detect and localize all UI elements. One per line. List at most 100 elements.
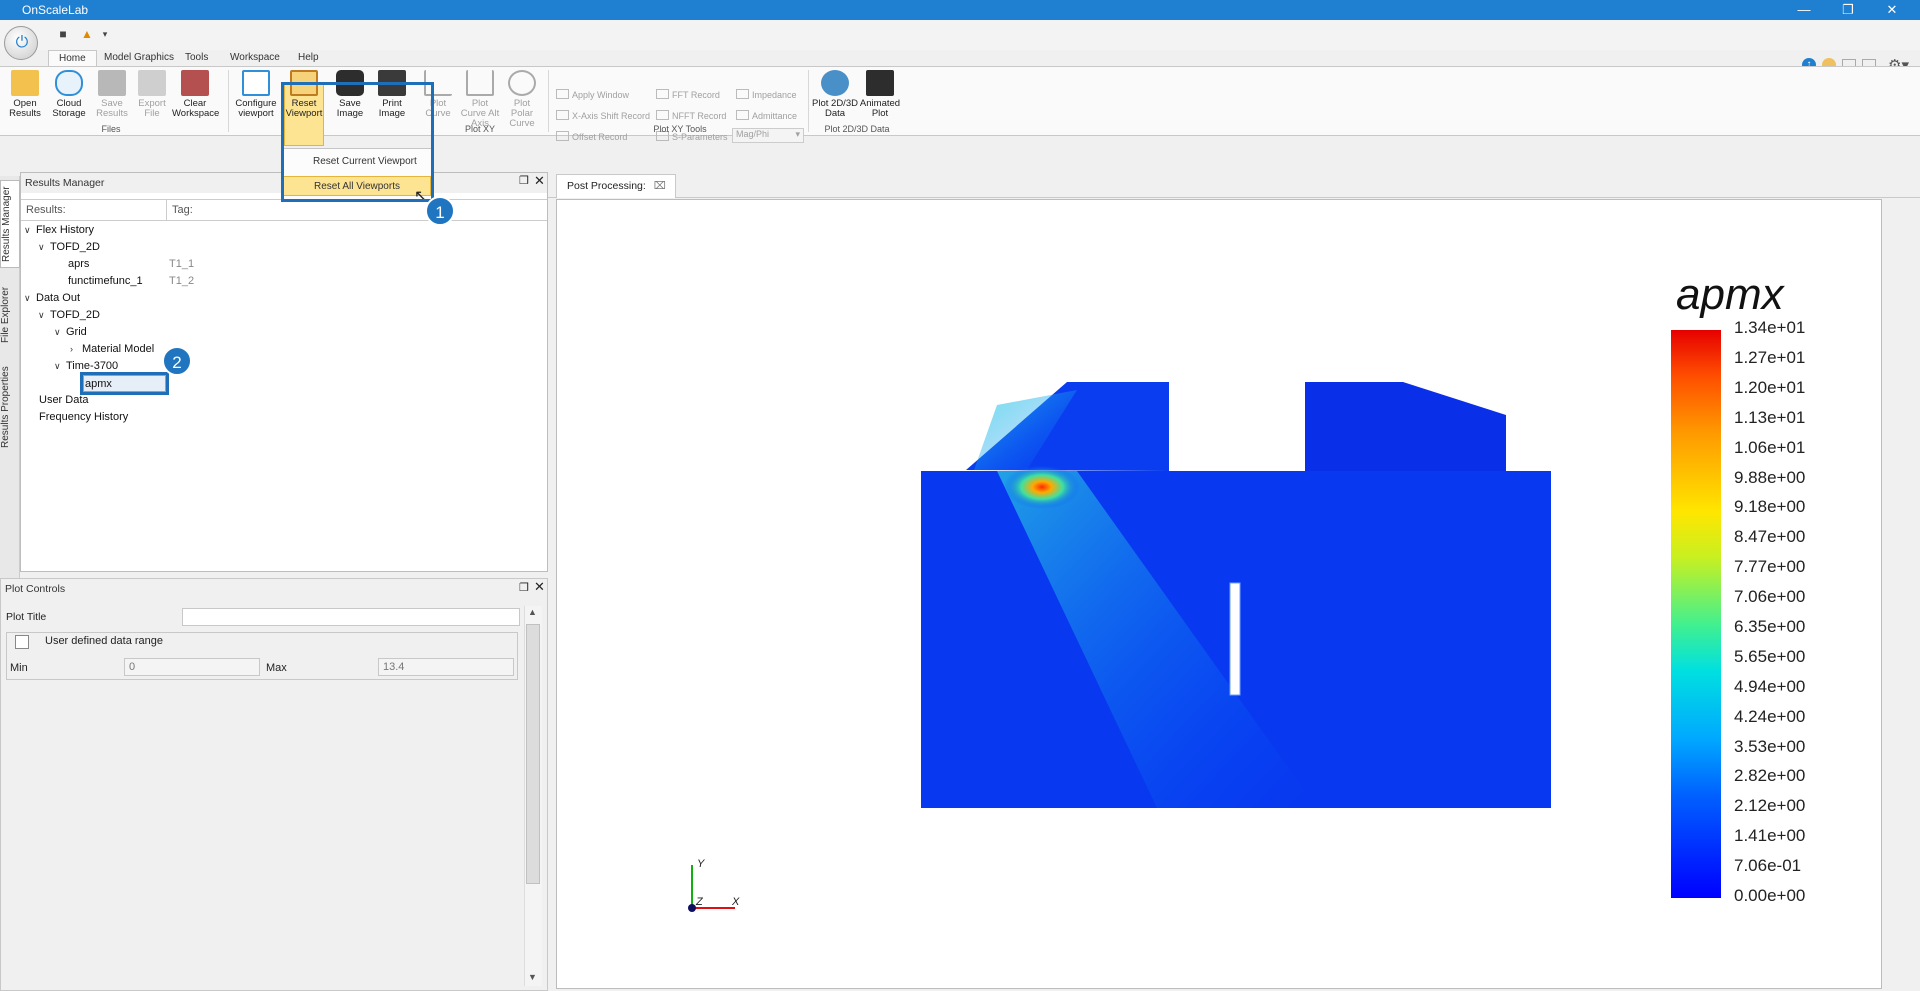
impedance-label: Impedance <box>752 90 797 100</box>
side-tab-results-manager[interactable]: Results Manager <box>0 180 20 268</box>
wedge-right <box>1305 382 1506 471</box>
export-file-button[interactable]: Export File <box>132 70 172 120</box>
film-icon <box>866 70 894 96</box>
float-panel-icon[interactable]: ❐ <box>519 581 529 594</box>
tree-label: TOFD_2D <box>50 309 100 321</box>
tree-node-tofd[interactable]: ∨ TOFD_2D <box>38 239 100 256</box>
legend-tick-label: 7.77e+00 <box>1734 557 1806 577</box>
header-divider <box>166 200 167 220</box>
color-scale-bar <box>1671 330 1721 898</box>
user-range-label: User defined data range <box>45 635 164 647</box>
x-axis-shift-button[interactable]: X-Axis Shift Record <box>556 110 650 125</box>
chevron-down-icon: ∨ <box>24 225 31 235</box>
cloud-storage-label: Cloud Storage <box>52 98 86 119</box>
group-separator <box>228 70 229 132</box>
legend-tick-label: 9.88e+00 <box>1734 467 1806 487</box>
apply-window-button[interactable]: Apply Window <box>556 89 629 104</box>
close-panel-icon[interactable]: ✕ <box>534 173 545 189</box>
legend-tick-label: 7.06e-01 <box>1734 856 1802 876</box>
z-axis-label: Z <box>696 896 703 908</box>
tree-node-tofd[interactable]: ∨ TOFD_2D <box>38 307 100 324</box>
nfft-record-button[interactable]: NFFT Record <box>656 110 726 125</box>
tab-workspace[interactable]: Workspace <box>220 50 290 67</box>
save-results-button[interactable]: Save Results <box>92 70 132 120</box>
float-panel-icon[interactable]: ❐ <box>519 174 529 187</box>
col-results-header[interactable]: Results: <box>26 204 66 216</box>
plot-2d3d-button[interactable]: Plot 2D/3D Data <box>812 70 858 120</box>
upload-icon[interactable]: ▲ <box>80 27 94 41</box>
scroll-down-icon[interactable]: ▼ <box>528 972 537 982</box>
legend-tick-label: 1.06e+01 <box>1734 437 1806 457</box>
qat-dropdown-icon[interactable]: ▾ <box>98 27 112 41</box>
animated-plot-button[interactable]: Animated Plot <box>858 70 902 120</box>
x-axis-label: X <box>732 896 740 908</box>
tab-model-graphics[interactable]: Model Graphics <box>94 50 184 67</box>
tree-node-data-out[interactable]: ∨ Data Out <box>24 290 80 307</box>
tab-label: Post Processing: <box>567 180 646 192</box>
tab-tools[interactable]: Tools <box>175 50 218 67</box>
save-icon[interactable]: ■ <box>56 27 70 41</box>
legend-tick-label: 4.24e+00 <box>1734 706 1806 726</box>
min-label: Min <box>10 662 28 674</box>
tree-node-frequency-history[interactable]: Frequency History <box>39 409 128 426</box>
user-range-checkbox[interactable] <box>15 635 29 649</box>
app-menu-button[interactable]: ⏻ <box>4 26 38 60</box>
configure-viewport-button[interactable]: Configure viewport <box>234 70 278 120</box>
clear-icon <box>181 70 209 96</box>
chevron-down-icon: ∨ <box>24 293 31 303</box>
plot-polar-button[interactable]: Plot Polar Curve <box>502 70 542 129</box>
legend-tick-label: 9.18e+00 <box>1734 497 1806 517</box>
animated-plot-label: Animated Plot <box>859 98 901 119</box>
close-tab-icon[interactable]: ⌧ <box>654 180 666 192</box>
side-tab-results-properties[interactable]: Results Properties <box>0 362 20 452</box>
hot-spot <box>1004 465 1080 509</box>
tree-node-functimefunc[interactable]: functimefunc_1 <box>68 273 143 290</box>
admittance-button[interactable]: Admittance <box>736 110 797 125</box>
group-separator <box>808 70 809 132</box>
max-label: Max <box>266 662 287 674</box>
viewport-icon <box>242 70 270 96</box>
max-input[interactable] <box>378 658 514 676</box>
tree-node-aprs[interactable]: aprs <box>68 256 89 273</box>
legend-tick-label: 1.27e+01 <box>1734 347 1806 367</box>
legend-tick-label: 0.00e+00 <box>1734 886 1806 905</box>
highlight-apmx <box>80 372 169 395</box>
export-file-label: Export File <box>138 98 166 119</box>
tree-node-grid[interactable]: ∨ Grid <box>54 324 87 341</box>
quick-access-toolbar <box>0 20 1920 50</box>
plot-curve-alt-button[interactable]: Plot Curve Alt Axis <box>458 70 502 129</box>
view-tab-bar <box>548 172 1920 198</box>
legend-tick-label: 1.34e+01 <box>1734 318 1806 337</box>
tree-node-flex-history[interactable]: ∨ Flex History <box>24 222 94 239</box>
impedance-button[interactable]: Impedance <box>736 89 797 104</box>
legend-tick-label: 1.20e+01 <box>1734 377 1806 397</box>
tree-label: Data Out <box>36 292 81 304</box>
legend-tick-label: 2.12e+00 <box>1734 796 1806 816</box>
minimize-button[interactable]: — <box>1782 0 1826 20</box>
tree-tag: T1_1 <box>169 258 195 270</box>
scroll-up-icon[interactable]: ▲ <box>528 607 537 617</box>
window-title: OnScaleLab <box>22 3 89 17</box>
close-panel-icon[interactable]: ✕ <box>534 579 545 595</box>
plot-title-label: Plot Title <box>6 611 47 623</box>
chevron-down-icon: ∨ <box>54 327 61 337</box>
col-tag-header[interactable]: Tag: <box>172 204 193 216</box>
cloud-icon <box>55 70 83 96</box>
side-tab-file-explorer[interactable]: File Explorer <box>0 282 20 348</box>
open-results-label: Open Results <box>9 98 41 119</box>
tab-help[interactable]: Help <box>288 50 329 67</box>
clear-workspace-button[interactable]: Clear Workspace <box>172 70 219 120</box>
tab-post-processing[interactable]: Post Processing: ⌧ <box>556 174 676 198</box>
results-header-row <box>21 199 547 221</box>
open-results-button[interactable]: Open Results <box>4 70 46 120</box>
tab-home[interactable]: Home <box>48 50 97 67</box>
fft-record-button[interactable]: FFT Record <box>656 89 720 104</box>
plot-title-input[interactable] <box>182 608 520 626</box>
group-files-label: Files <box>101 124 121 134</box>
close-window-button[interactable]: ✕ <box>1870 0 1914 20</box>
tree-node-material-model[interactable]: › Material Model <box>70 341 154 358</box>
cloud-storage-button[interactable]: Cloud Storage <box>48 70 90 120</box>
scrollbar-thumb[interactable] <box>526 624 540 884</box>
restore-button[interactable]: ❐ <box>1826 0 1870 20</box>
min-input[interactable] <box>124 658 260 676</box>
